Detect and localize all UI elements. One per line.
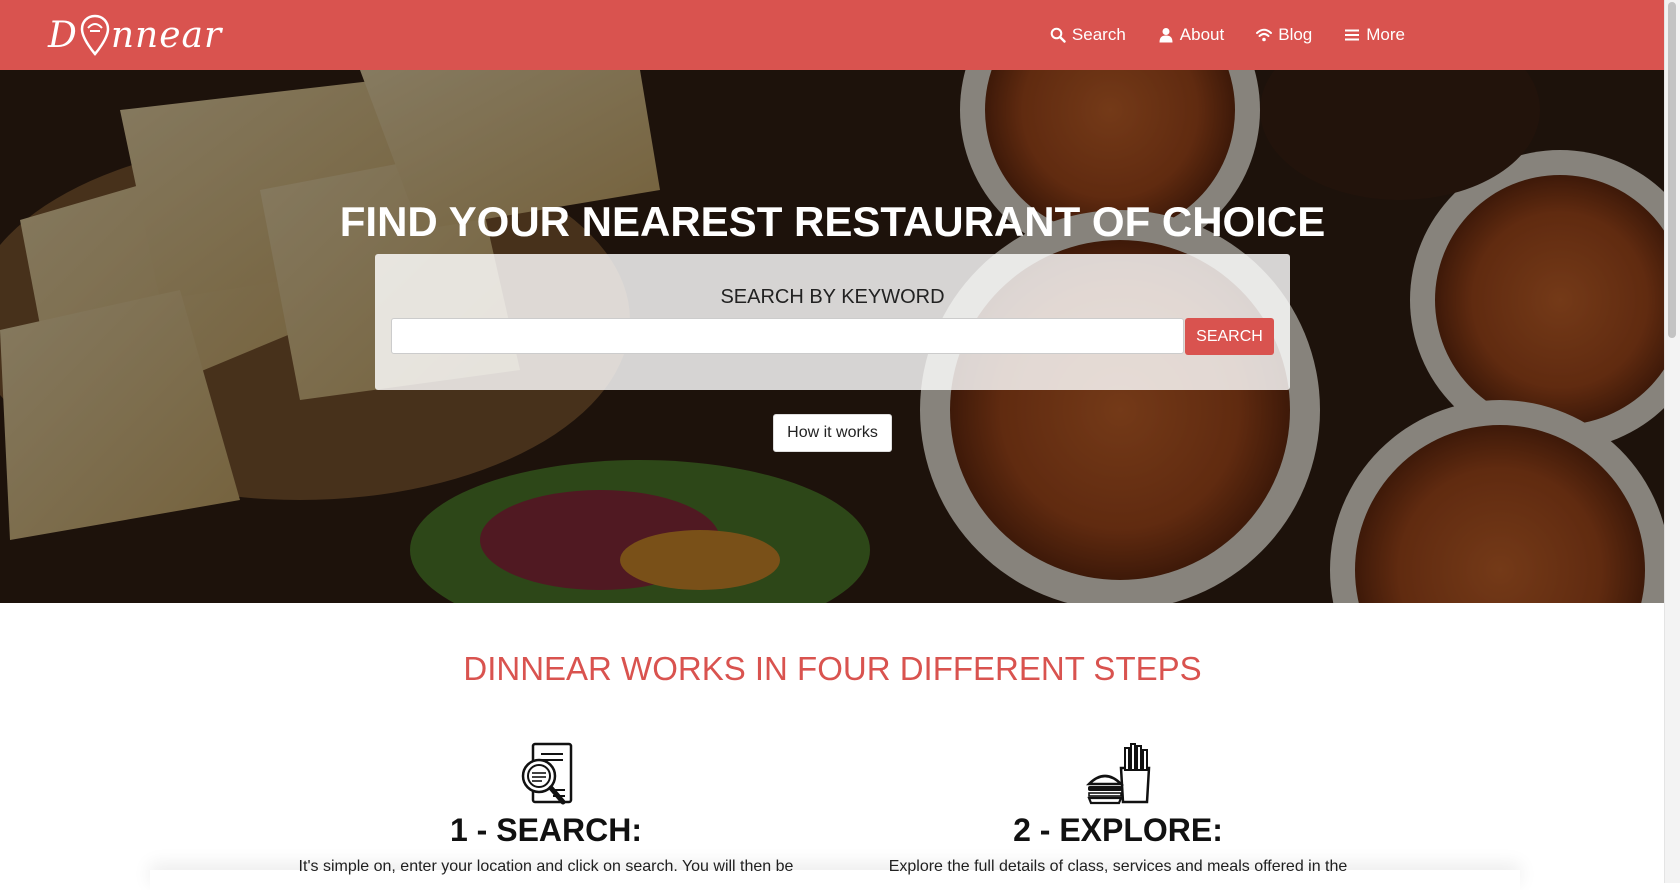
hero-title: FIND YOUR NEAREST RESTAURANT OF CHOICE: [339, 198, 1326, 245]
nav-item-more[interactable]: More: [1344, 25, 1405, 45]
step-card-search: 1 - SEARCH: It's simple on, enter your l…: [266, 740, 826, 878]
location-pin-icon: [80, 14, 110, 56]
search-panel: SEARCH BY KEYWORD SEARCH: [375, 254, 1290, 390]
user-icon: [1159, 28, 1173, 43]
nav-item-label: Search: [1071, 25, 1126, 44]
search-button[interactable]: SEARCH: [1185, 318, 1274, 355]
keyword-search-input[interactable]: [391, 318, 1184, 354]
burger-fries-icon: [1085, 743, 1151, 805]
nav-item-blog[interactable]: Blog: [1256, 25, 1312, 45]
nav-item-label: About: [1179, 25, 1225, 44]
steps-section-title: DINNEAR WORKS IN FOUR DIFFERENT STEPS: [463, 650, 1202, 687]
nav-item-about[interactable]: About: [1158, 25, 1224, 45]
search-document-icon: [521, 742, 573, 805]
brand-logo[interactable]: D nnear: [48, 8, 222, 62]
hero-section: FIND YOUR NEAREST RESTAURANT OF CHOICE S…: [0, 70, 1665, 603]
scrollbar-thumb[interactable]: [1668, 2, 1676, 338]
nav-menu: Search About Blog More: [1050, 0, 1405, 70]
step-title: 1 - SEARCH:: [449, 812, 642, 848]
page-scrollbar[interactable]: [1664, 0, 1680, 883]
nav-item-label: More: [1366, 25, 1405, 44]
top-navbar: D nnear Search About Blog More: [0, 0, 1665, 70]
content-card-shadow: [150, 870, 1520, 890]
how-it-works-button[interactable]: How it works: [773, 414, 892, 452]
wifi-icon: [1256, 28, 1273, 42]
menu-icon: [1345, 29, 1360, 41]
search-heading: SEARCH BY KEYWORD: [720, 286, 945, 308]
step-title: 2 - EXPLORE:: [1013, 812, 1223, 848]
nav-item-search[interactable]: Search: [1050, 25, 1126, 45]
search-icon: [1050, 27, 1066, 43]
nav-item-label: Blog: [1278, 25, 1313, 44]
step-card-explore: 2 - EXPLORE: Explore the full details of…: [838, 740, 1398, 878]
